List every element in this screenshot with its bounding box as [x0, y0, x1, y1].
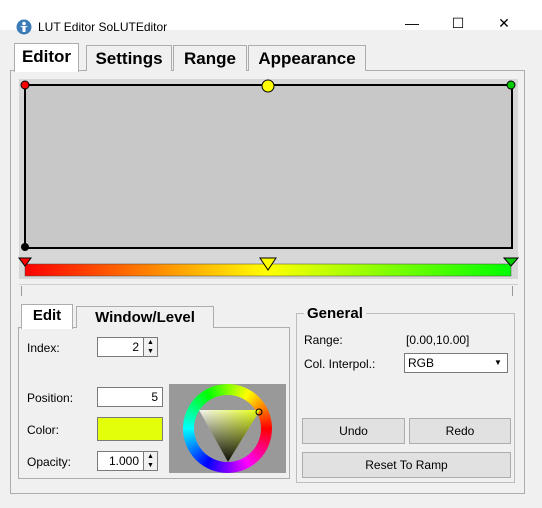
tab-editor[interactable]: Editor	[14, 43, 79, 72]
tab-window-level[interactable]: Window/Level	[76, 306, 214, 328]
opacity-label: Opacity:	[27, 455, 72, 469]
control-point-yellow[interactable]	[261, 79, 275, 93]
index-label: Index:	[27, 341, 60, 355]
general-title: General	[304, 305, 366, 322]
color-swatch[interactable]	[97, 417, 163, 441]
control-point-red[interactable]	[20, 80, 30, 90]
maximize-button[interactable]: ☐	[435, 8, 481, 38]
close-button[interactable]: ✕	[481, 8, 527, 38]
tab-edit[interactable]: Edit	[21, 304, 73, 329]
position-label: Position:	[27, 391, 74, 405]
tab-range[interactable]: Range	[173, 45, 247, 71]
app-icon	[16, 19, 32, 35]
position-input[interactable]: 5	[97, 387, 163, 407]
spin-down-icon[interactable]: ▼	[144, 461, 157, 470]
interp-label: Col. Interpol.:	[304, 357, 376, 371]
opacity-spinner[interactable]: ▲ ▼	[144, 451, 158, 471]
tab-appearance[interactable]: Appearance	[248, 45, 366, 71]
index-input[interactable]: 2	[97, 337, 144, 357]
lut-overlay	[18, 79, 520, 277]
color-label: Color:	[27, 423, 60, 437]
minimize-button[interactable]: —	[389, 8, 435, 38]
chevron-down-icon[interactable]: ▼	[490, 355, 506, 371]
horizontal-scrollbar[interactable]	[19, 284, 518, 296]
control-point-green[interactable]	[506, 80, 516, 90]
range-label: Range:	[304, 333, 343, 347]
window-title: LUT Editor SoLUTEditor	[38, 20, 168, 34]
reset-to-ramp-button[interactable]: Reset To Ramp	[302, 452, 511, 478]
spin-down-icon[interactable]: ▼	[144, 347, 157, 356]
tab-settings[interactable]: Settings	[86, 45, 172, 71]
undo-button[interactable]: Undo	[302, 418, 405, 444]
redo-button[interactable]: Redo	[409, 418, 511, 444]
opacity-input[interactable]: 1.000	[97, 451, 144, 471]
spin-up-icon[interactable]: ▲	[144, 338, 157, 347]
spin-up-icon[interactable]: ▲	[144, 452, 157, 461]
index-spinner[interactable]: ▲ ▼	[144, 337, 158, 357]
saturation-value-triangle[interactable]	[183, 384, 272, 473]
range-value: [0.00,10.00]	[406, 333, 470, 347]
control-point-black[interactable]	[21, 243, 29, 251]
